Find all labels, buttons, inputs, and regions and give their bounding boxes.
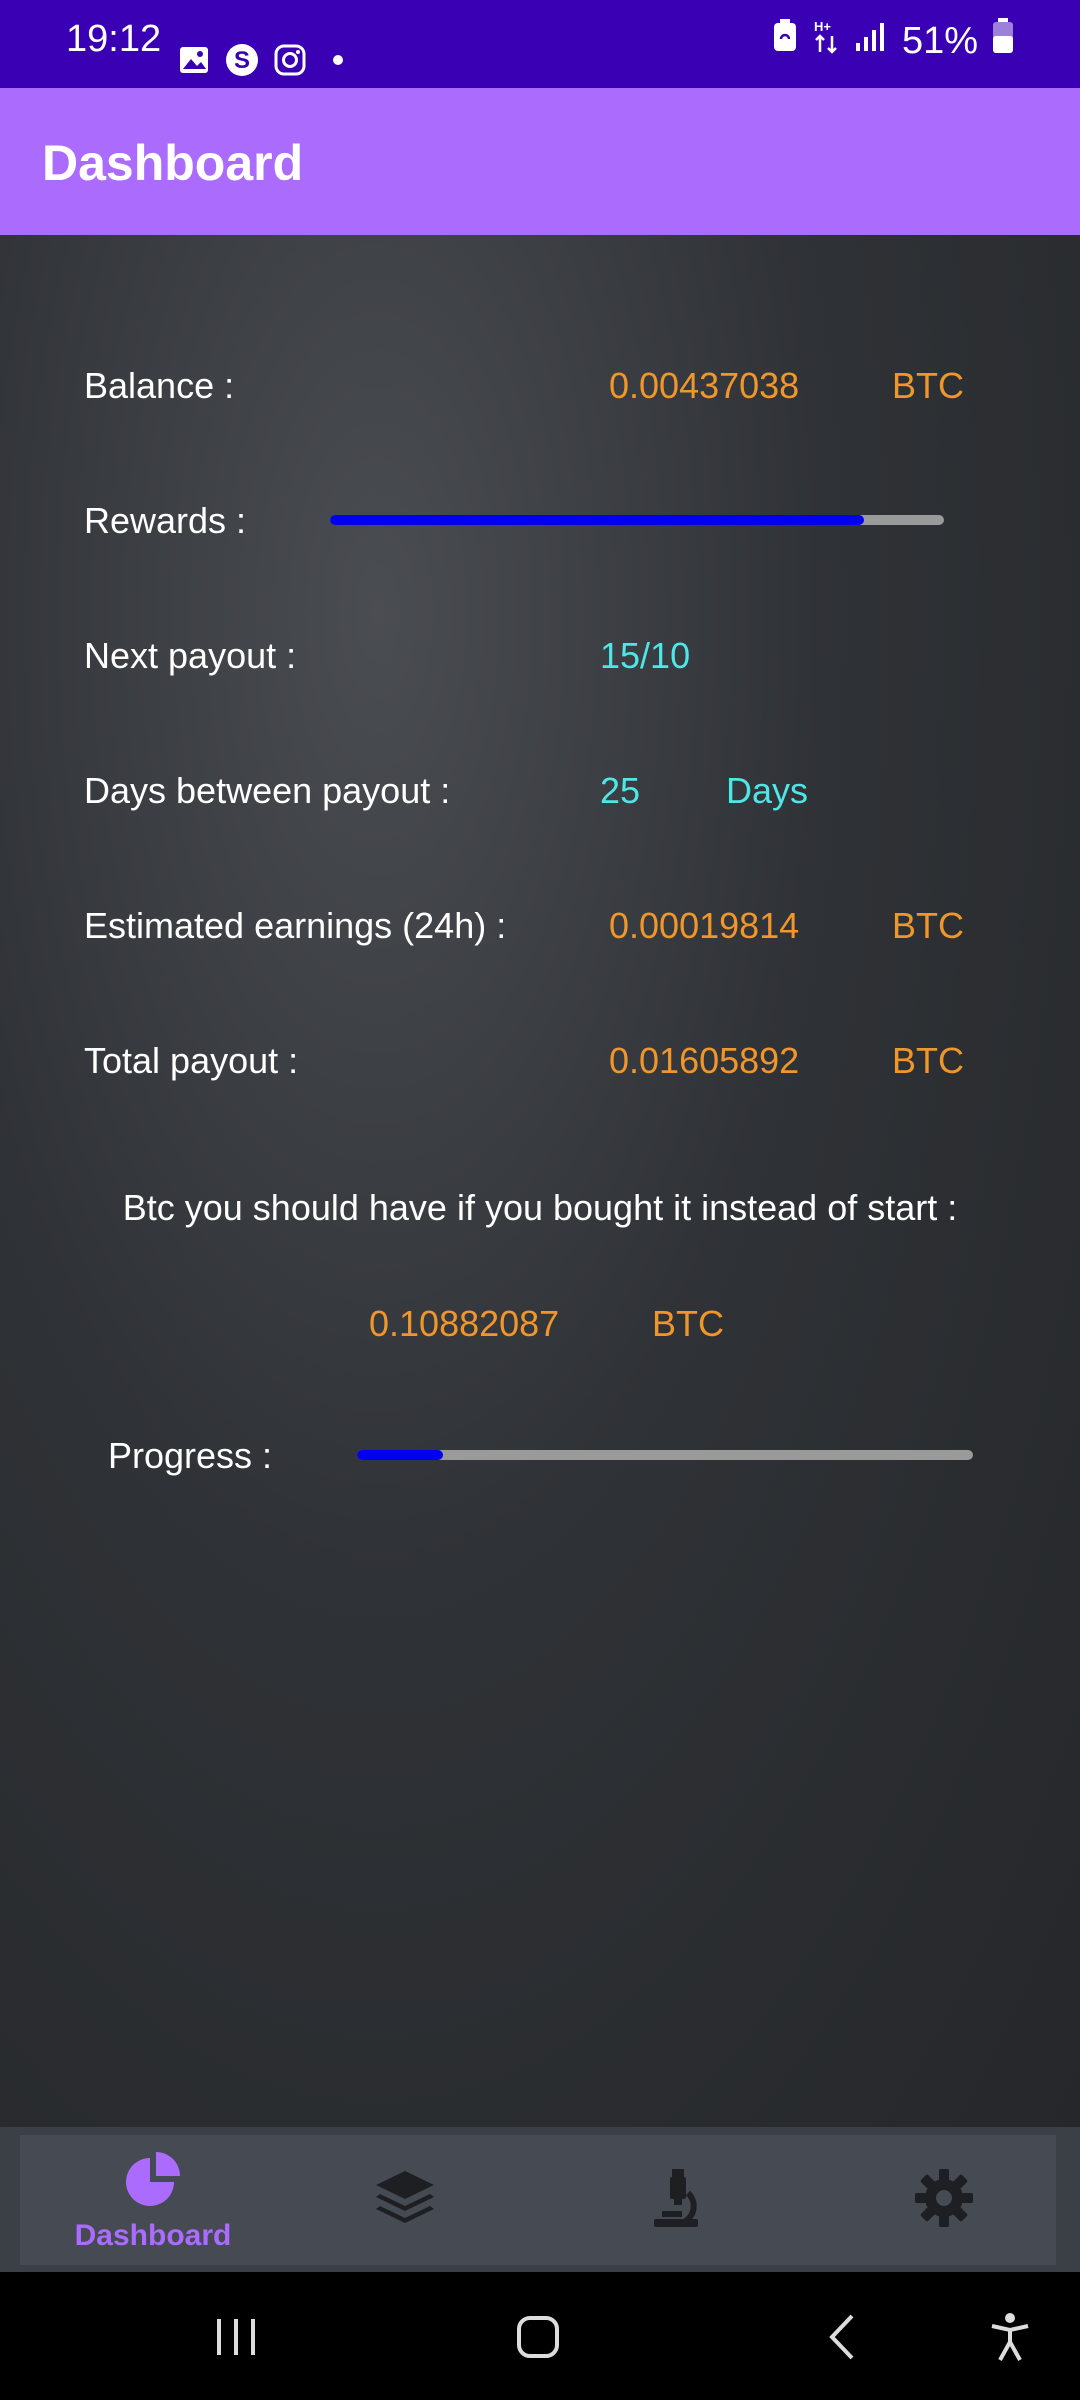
comparison-progress-fill (357, 1450, 444, 1460)
accessibility-button[interactable] (970, 2302, 1050, 2372)
app-bar: Dashboard (0, 88, 1080, 235)
balance-unit: BTC (892, 365, 964, 406)
home-button[interactable] (498, 2302, 578, 2372)
rewards-progress-fill (330, 515, 865, 525)
estimated-unit: BTC (892, 905, 964, 946)
days-between-unit: Days (726, 770, 809, 811)
status-time: 19:12 (66, 18, 162, 60)
next-payout-label: Next payout : (84, 635, 297, 676)
microscope-icon (642, 2167, 708, 2234)
page-title: Dashboard (42, 135, 304, 191)
instagram-icon (272, 42, 308, 78)
comparison-value: 0.10882087 (369, 1303, 560, 1344)
total-payout-unit: BTC (892, 1040, 964, 1081)
nav-item-settings[interactable] (834, 2135, 1054, 2265)
bottom-navigation: Dashboard (0, 2127, 1080, 2272)
nav-label-dashboard: Dashboard (74, 2218, 232, 2252)
next-payout-value: 15/10 (600, 635, 691, 676)
comparison-text: Btc you should have if you bought it ins… (122, 1187, 958, 1228)
pie-chart-icon (120, 2148, 186, 2215)
comparison-progress-bar (357, 1450, 973, 1460)
total-payout-value: 0.01605892 (609, 1040, 800, 1081)
layers-icon (372, 2167, 438, 2234)
battery-percent: 51% (901, 19, 978, 62)
notification-icons: S (176, 42, 356, 78)
balance-value: 0.00437038 (609, 365, 800, 406)
comparison-unit: BTC (652, 1303, 724, 1344)
estimated-value: 0.00019814 (609, 905, 800, 946)
balance-row: Balance : 0.00437038 BTC (0, 345, 1080, 425)
shazam-icon: S (224, 42, 260, 78)
next-payout-row: Next payout : 15/10 (0, 615, 1080, 695)
progress-label: Progress : (108, 1435, 273, 1476)
bottom-navigation-surface: Dashboard (20, 2135, 1056, 2265)
days-between-row: Days between payout : 25 Days (0, 750, 1080, 830)
svg-text:H+: H+ (814, 19, 831, 34)
progress-row: Progress : (0, 1415, 1080, 1495)
signal-icon (854, 20, 888, 63)
nav-item-layers[interactable] (295, 2135, 515, 2265)
recent-apps-button[interactable] (196, 2302, 276, 2372)
days-between-value: 25 (600, 770, 641, 811)
total-payout-label: Total payout : (84, 1040, 299, 1081)
battery-icon (992, 18, 1014, 64)
balance-label: Balance : (84, 365, 235, 406)
nav-item-dashboard[interactable]: Dashboard (43, 2135, 263, 2265)
battery-saver-icon (772, 19, 798, 63)
estimated-row: Estimated earnings (24h) : 0.00019814 BT… (0, 885, 1080, 965)
rewards-progress-bar (330, 515, 944, 525)
dashboard-content: Balance : 0.00437038 BTC Rewards : Next … (0, 235, 1080, 2127)
gear-icon (913, 2167, 975, 2234)
nav-item-lab[interactable] (565, 2135, 785, 2265)
days-between-label: Days between payout : (84, 770, 451, 811)
gallery-icon (176, 42, 212, 78)
data-arrows-icon: H+ (812, 18, 840, 64)
dot-icon (320, 42, 356, 78)
svg-text:S: S (234, 47, 250, 74)
comparison-value-row: 0.10882087 BTC (0, 1283, 1080, 1363)
system-navigation-bar (0, 2272, 1080, 2400)
estimated-label: Estimated earnings (24h) : (84, 905, 507, 946)
status-bar: 19:12 S H+ 51% (0, 0, 1080, 88)
rewards-row: Rewards : (0, 480, 1080, 560)
rewards-label: Rewards : (84, 500, 247, 541)
total-payout-row: Total payout : 0.01605892 BTC (0, 1020, 1080, 1100)
back-button[interactable] (802, 2302, 882, 2372)
system-status: H+ 51% (772, 18, 1014, 64)
